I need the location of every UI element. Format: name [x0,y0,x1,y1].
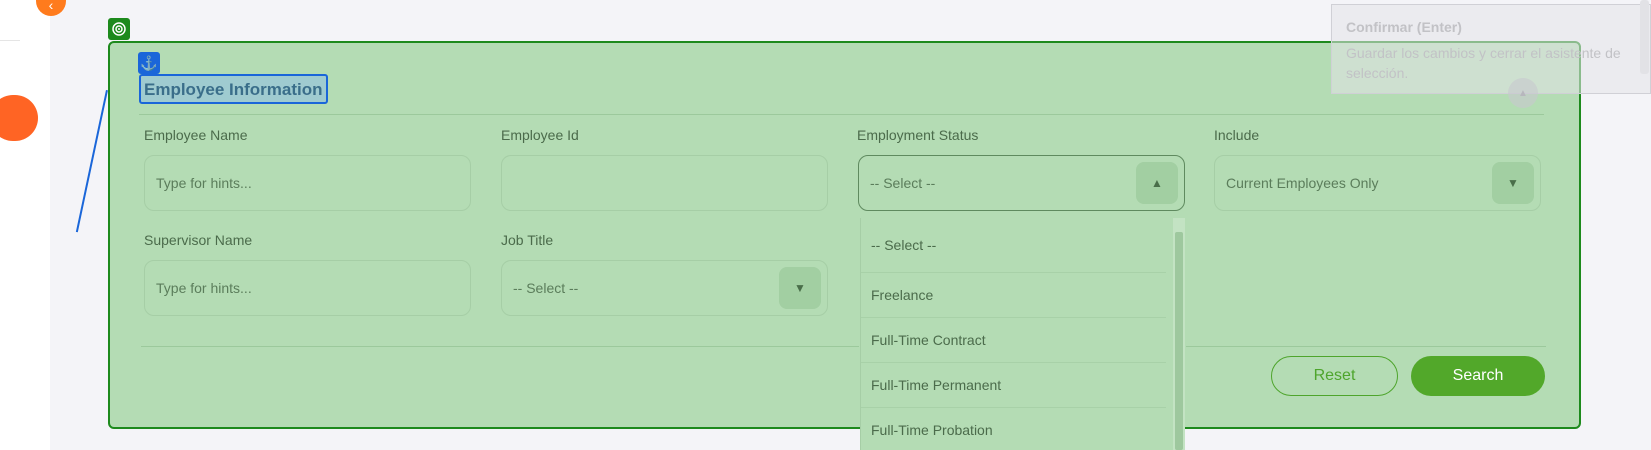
target-icon [108,18,130,40]
employment-status-label: Employment Status [857,127,979,143]
sidebar [0,0,50,450]
supervisor-name-label: Supervisor Name [144,232,253,248]
title-divider [139,114,1544,115]
employee-name-placeholder: Type for hints... [156,175,252,191]
dropdown-scrollbar[interactable] [1173,218,1185,450]
supervisor-name-input[interactable]: Type for hints... [144,260,471,316]
caret-down-icon[interactable]: ▼ [1492,162,1534,204]
reset-button[interactable]: Reset [1271,356,1398,396]
dropdown-option[interactable]: Freelance [861,273,1166,318]
tooltip-body: Guardar los cambios y cerrar el asistent… [1346,43,1638,83]
search-button[interactable]: Search [1411,356,1545,396]
employment-status-dropdown: -- Select -- Freelance Full-Time Contrac… [860,218,1185,450]
tooltip-title: Confirmar (Enter) [1346,19,1462,35]
employee-name-label: Employee Name [144,127,248,143]
supervisor-name-placeholder: Type for hints... [156,280,252,296]
employment-status-select[interactable]: -- Select -- ▲ [858,155,1185,211]
dropdown-scrollbar-thumb[interactable] [1175,232,1183,450]
caret-down-icon[interactable]: ▼ [779,267,821,309]
actions-divider-left [141,346,859,347]
include-label: Include [1214,127,1260,143]
anchor-connector [75,90,108,233]
employee-id-label: Employee Id [501,127,579,143]
employee-name-input[interactable]: Type for hints... [144,155,471,211]
tooltip-scrollbar[interactable] [1640,0,1649,74]
confirm-tooltip: Confirmar (Enter) Guardar los cambios y … [1331,4,1651,94]
include-value: Current Employees Only [1226,175,1379,191]
job-title-select[interactable]: -- Select -- ▼ [501,260,828,316]
caret-up-icon[interactable]: ▲ [1508,78,1538,108]
sidebar-active-item[interactable] [0,95,38,141]
section-title: Employee Information [139,74,328,104]
dropdown-option[interactable]: -- Select -- [861,218,1166,273]
employment-status-value: -- Select -- [870,175,936,191]
employee-id-input[interactable] [501,155,828,211]
tooltip-body-line: Guardar los cambios y cerrar el asistent… [1346,45,1621,61]
job-title-value: -- Select -- [513,280,579,296]
tooltip-body-line: selección. [1346,65,1409,81]
dropdown-option[interactable]: Full-Time Probation [861,408,1166,450]
actions-divider-right [1186,346,1546,347]
dropdown-option[interactable]: Full-Time Permanent [861,363,1166,408]
sidebar-divider [0,40,20,41]
anchor-icon: ⚓ [138,52,160,74]
include-select[interactable]: Current Employees Only ▼ [1214,155,1541,211]
job-title-label: Job Title [501,232,554,248]
caret-up-icon[interactable]: ▲ [1136,162,1178,204]
dropdown-option[interactable]: Full-Time Contract [861,318,1166,363]
